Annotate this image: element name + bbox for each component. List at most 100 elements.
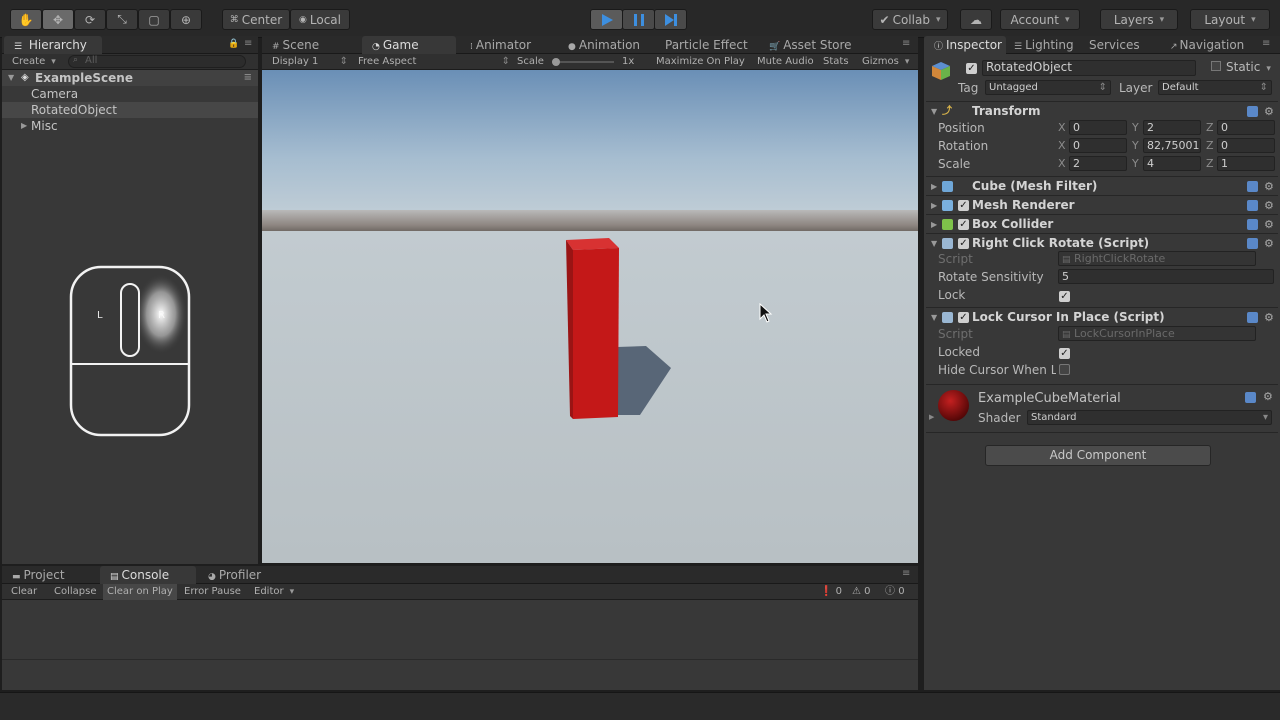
add-component-button[interactable]: Add Component — [985, 445, 1211, 466]
space-toggle[interactable]: ◉ Local — [290, 9, 350, 30]
collapse-arrow-icon[interactable]: ▶ — [929, 413, 934, 421]
right-click-rotate-checkbox[interactable]: ✓ — [958, 234, 969, 253]
console-log-area[interactable] — [2, 600, 918, 660]
pause-button[interactable] — [622, 9, 655, 30]
lock-cursor-checkbox[interactable]: ✓ — [958, 308, 969, 327]
editor-dropdown[interactable]: Editor — [254, 584, 294, 600]
panel-menu-icon[interactable]: ≡ — [902, 568, 910, 579]
rotation-y-field[interactable]: 82,75001 — [1143, 138, 1201, 153]
object-name-field[interactable]: RotatedObject — [982, 60, 1196, 76]
right-click-rotate-header[interactable]: ▼ ✓ Right Click Rotate (Script) ⚙ — [926, 233, 1278, 252]
error-count-toggle[interactable]: ❗ 0 — [820, 584, 842, 600]
gear-icon[interactable]: ⚙ — [1264, 102, 1274, 121]
clear-on-play-toggle[interactable]: Clear on Play — [103, 584, 177, 600]
tab-scene[interactable]: # Scene — [262, 36, 358, 54]
panel-menu-icon[interactable]: ≡ — [902, 38, 910, 49]
tab-lighting[interactable]: ☰ Lighting — [1004, 36, 1086, 54]
help-icon[interactable] — [1247, 219, 1258, 230]
rotate-tool-button[interactable]: ⟳ — [74, 9, 106, 30]
hierarchy-item-misc[interactable]: ▶ Misc — [2, 118, 258, 134]
message-count-toggle[interactable]: ⓘ 0 — [885, 584, 905, 600]
tab-animation[interactable]: ● Animation — [558, 36, 658, 54]
scale-tool-button[interactable]: ⤡ — [106, 9, 138, 30]
panel-menu-icon[interactable]: ≡ — [1262, 38, 1270, 49]
layout-dropdown[interactable]: Layout — [1190, 9, 1270, 30]
rotate-sensitivity-field[interactable]: 5 — [1058, 269, 1274, 284]
gizmos-dropdown[interactable]: Gizmos — [862, 54, 909, 70]
tab-inspector[interactable]: ⓘ Inspector — [924, 36, 1006, 54]
create-dropdown[interactable]: Create — [12, 54, 56, 70]
position-z-field[interactable]: 0 — [1217, 120, 1275, 135]
maximize-on-play-toggle[interactable]: Maximize On Play — [656, 54, 745, 70]
scale-y-field[interactable]: 4 — [1143, 156, 1201, 171]
mesh-filter-header[interactable]: ▶ Cube (Mesh Filter) ⚙ — [926, 176, 1278, 195]
position-x-field[interactable]: 0 — [1069, 120, 1127, 135]
rect-tool-button[interactable]: ▢ — [138, 9, 170, 30]
cloud-button[interactable]: ☁ — [960, 9, 992, 30]
scene-row[interactable]: ▼ ◈ ExampleScene ≡ — [2, 70, 258, 86]
hide-cursor-checkbox[interactable] — [1059, 364, 1070, 375]
shader-dropdown[interactable]: Standard ▾ — [1027, 410, 1272, 425]
active-checkbox[interactable]: ✓ — [966, 61, 977, 74]
panel-menu-icon[interactable]: ≡ — [244, 38, 252, 49]
layers-dropdown[interactable]: Layers — [1100, 9, 1178, 30]
mesh-renderer-header[interactable]: ▶ ✓ Mesh Renderer ⚙ — [926, 195, 1278, 214]
account-dropdown[interactable]: Account — [1000, 9, 1080, 30]
tab-hierarchy[interactable]: ☰ Hierarchy — [4, 36, 102, 54]
mute-audio-toggle[interactable]: Mute Audio — [757, 54, 814, 70]
hand-tool-button[interactable]: ✋ — [10, 9, 42, 30]
display-dropdown[interactable]: Display 1 ⇕ — [272, 54, 350, 70]
scale-slider[interactable] — [552, 58, 614, 66]
locked-checkbox[interactable]: ✓ — [1059, 346, 1070, 359]
tab-project[interactable]: ▬ Project — [2, 566, 98, 584]
mesh-renderer-checkbox[interactable]: ✓ — [958, 196, 969, 215]
help-icon[interactable] — [1245, 392, 1256, 403]
scale-z-field[interactable]: 1 — [1217, 156, 1275, 171]
hierarchy-item-camera[interactable]: Camera — [2, 86, 258, 102]
collab-dropdown[interactable]: ✔ Collab — [872, 9, 948, 30]
stats-toggle[interactable]: Stats — [823, 54, 849, 70]
box-collider-header[interactable]: ▶ ✓ Box Collider ⚙ — [926, 214, 1278, 233]
scale-slider-thumb[interactable] — [552, 58, 560, 66]
clear-button[interactable]: Clear — [11, 584, 37, 600]
help-icon[interactable] — [1247, 200, 1258, 211]
static-checkbox[interactable] — [1211, 61, 1221, 71]
tab-console[interactable]: ▤ Console — [100, 566, 196, 584]
scale-x-field[interactable]: 2 — [1069, 156, 1127, 171]
gear-icon[interactable]: ⚙ — [1264, 196, 1274, 215]
game-viewport[interactable] — [262, 70, 918, 563]
hierarchy-search-input[interactable]: ⌕ All — [68, 55, 246, 68]
gear-icon[interactable]: ⚙ — [1264, 308, 1274, 327]
transform-header[interactable]: ▼ ⤴ Transform ⚙ — [926, 101, 1278, 120]
help-icon[interactable] — [1247, 106, 1258, 117]
position-y-field[interactable]: 2 — [1143, 120, 1201, 135]
lock-checkbox[interactable]: ✓ — [1059, 289, 1070, 302]
help-icon[interactable] — [1247, 238, 1258, 249]
rotation-x-field[interactable]: 0 — [1069, 138, 1127, 153]
layer-dropdown[interactable]: Default ⇕ — [1158, 80, 1272, 95]
play-button[interactable] — [590, 9, 623, 30]
tab-animator[interactable]: ⁞ Animator — [460, 36, 556, 54]
tab-navigation[interactable]: ↗ Navigation — [1160, 36, 1260, 54]
tab-game[interactable]: ◔ Game — [362, 36, 456, 54]
gear-icon[interactable]: ⚙ — [1264, 234, 1274, 253]
tab-particle-effect[interactable]: Particle Effect — [655, 36, 759, 54]
hierarchy-item-rotatedobject[interactable]: RotatedObject — [2, 102, 258, 118]
gear-icon[interactable]: ⚙ — [1263, 390, 1273, 403]
tab-profiler[interactable]: ◕ Profiler — [198, 566, 294, 584]
gear-icon[interactable]: ⚙ — [1264, 177, 1274, 196]
step-button[interactable] — [654, 9, 687, 30]
pivot-toggle[interactable]: ⌘ Center — [222, 9, 290, 30]
transform-tool-button[interactable]: ⊕ — [170, 9, 202, 30]
tab-services[interactable]: Services — [1079, 36, 1161, 54]
aspect-dropdown[interactable]: Free Aspect ⇕ — [358, 54, 512, 70]
warning-count-toggle[interactable]: ⚠ 0 — [852, 584, 871, 600]
collapse-toggle[interactable]: Collapse — [54, 584, 97, 600]
help-icon[interactable] — [1247, 181, 1258, 192]
tag-dropdown[interactable]: Untagged ⇕ — [985, 80, 1111, 95]
box-collider-checkbox[interactable]: ✓ — [958, 215, 969, 234]
error-pause-toggle[interactable]: Error Pause — [184, 584, 241, 600]
scene-menu-icon[interactable]: ≡ — [244, 70, 252, 86]
gear-icon[interactable]: ⚙ — [1264, 215, 1274, 234]
static-dropdown[interactable]: Static — [1226, 60, 1271, 74]
